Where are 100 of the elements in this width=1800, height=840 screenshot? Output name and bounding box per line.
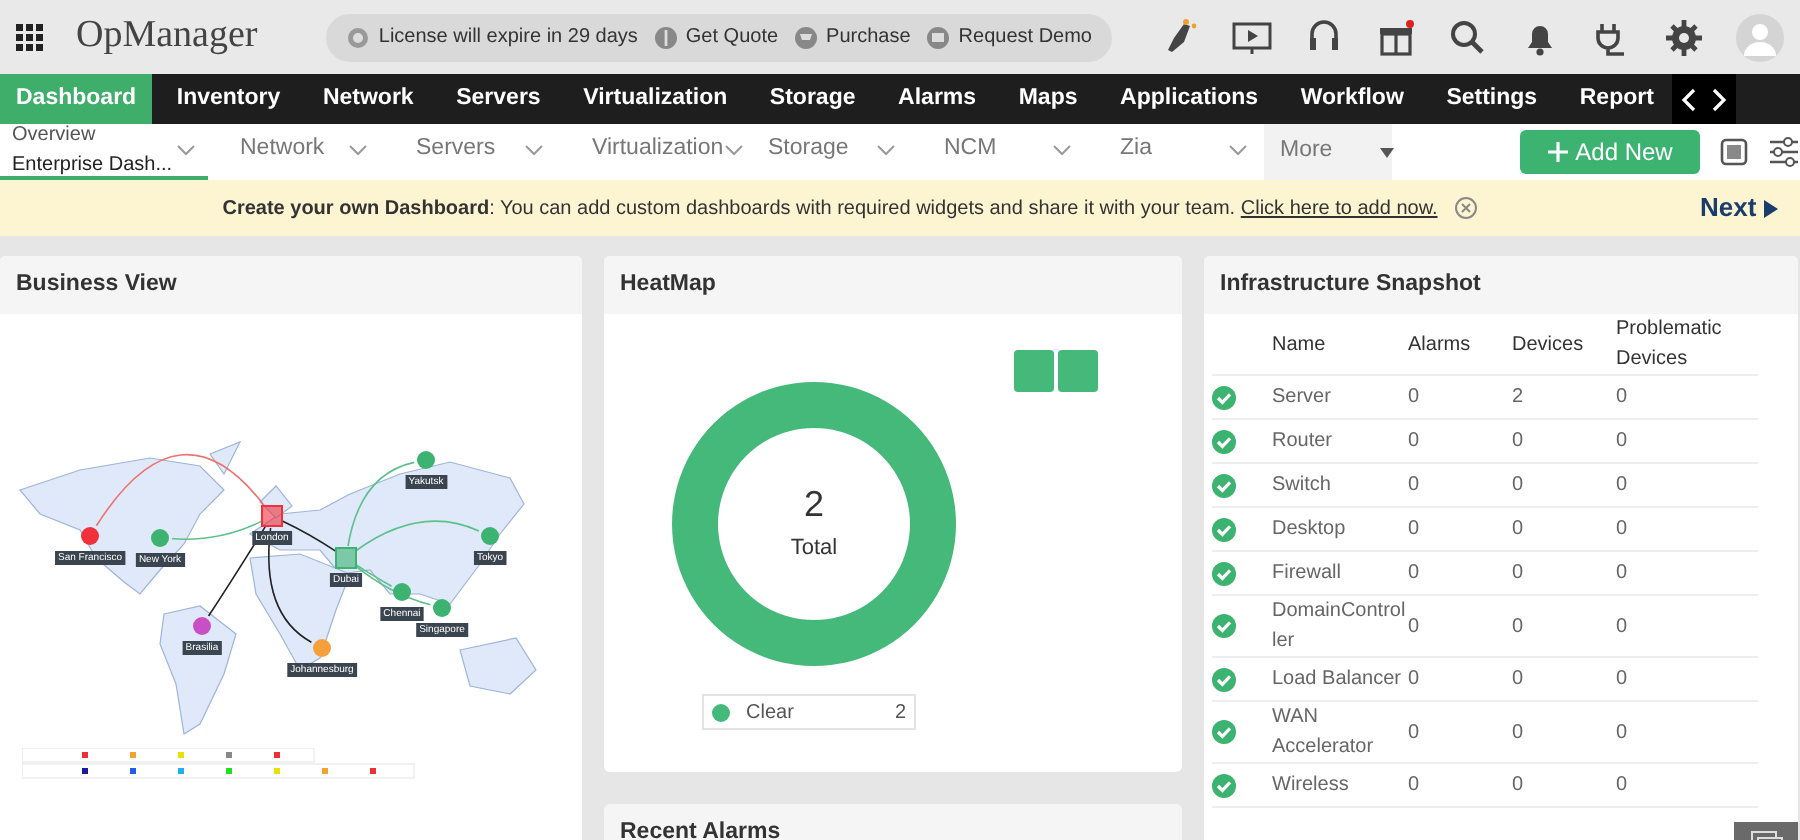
column-header: Problematic Devices <box>1616 316 1724 374</box>
site-node[interactable] <box>417 451 435 469</box>
table-cell-text: 0 <box>1616 772 1630 800</box>
table-cell-text: 0 <box>1616 516 1630 544</box>
table-cell-text: 0 <box>1616 719 1630 747</box>
chevron-down-icon <box>524 144 544 156</box>
site-node[interactable] <box>433 599 451 617</box>
hub-node[interactable] <box>335 547 357 569</box>
table-cell-text: Load Balancer <box>1272 666 1403 694</box>
nav-tab[interactable]: Settings <box>1428 74 1556 124</box>
device-tile[interactable] <box>1058 350 1098 392</box>
check-circle-icon <box>1212 517 1236 541</box>
close-icon[interactable] <box>1453 196 1478 220</box>
check-circle-icon <box>1212 385 1236 409</box>
add-link[interactable]: Click here to add now. <box>1240 197 1438 219</box>
column-header: Devices <box>1512 331 1586 359</box>
chevron-right-icon[interactable] <box>1712 87 1728 111</box>
nav-tab[interactable]: Maps <box>1000 74 1096 124</box>
table-cell-text: 0 <box>1408 472 1422 500</box>
screen-icon <box>926 25 951 49</box>
app-title: OpManager <box>76 12 258 61</box>
search-icon[interactable] <box>1448 17 1488 57</box>
dollar-icon <box>653 25 678 49</box>
settings-icon[interactable] <box>1664 17 1704 57</box>
subnav-tab[interactable]: Zia <box>1088 124 1264 180</box>
chevron-down-icon <box>723 144 744 156</box>
menu-icon[interactable] <box>16 23 44 51</box>
subnav-tab[interactable]: Servers <box>384 124 560 180</box>
fullscreen-icon[interactable] <box>1716 136 1752 168</box>
table-cell-text: 0 <box>1512 428 1526 456</box>
column-header: Name <box>1272 331 1328 359</box>
table-cell-text: 0 <box>1616 666 1630 694</box>
site-node[interactable] <box>151 529 169 547</box>
sliders-icon[interactable] <box>1768 136 1800 168</box>
table-cell-text: 0 <box>1616 560 1630 588</box>
nav-tab[interactable]: Storage <box>751 74 874 124</box>
subnav-tab[interactable]: Network <box>208 124 384 180</box>
device-tile[interactable] <box>1014 350 1054 392</box>
notice-link[interactable]: Purchase <box>826 22 911 52</box>
chevron-down-icon <box>1052 144 1072 156</box>
nav-tab[interactable]: Network <box>304 74 432 124</box>
table-cell-text: DomainController <box>1272 598 1408 656</box>
table-cell-text: 0 <box>1616 384 1630 412</box>
site-node[interactable] <box>481 527 499 545</box>
table-cell-text: 2 <box>1512 384 1526 412</box>
table-cell-text: 0 <box>1408 719 1422 747</box>
nav-tab[interactable]: Workflow <box>1282 74 1422 124</box>
play-icon <box>1764 199 1779 217</box>
subnav-tab[interactable]: NCM <box>912 124 1088 180</box>
table-cell-text: 0 <box>1616 613 1630 641</box>
table-cell-text: 0 <box>1408 516 1422 544</box>
table-cell-text: 0 <box>1512 772 1526 800</box>
total-label: Total <box>790 534 838 564</box>
panel-title: Recent Alarms <box>604 804 1182 840</box>
site-node[interactable] <box>393 583 411 601</box>
column-header: Alarms <box>1408 331 1473 359</box>
panel-title: Business View <box>0 256 582 314</box>
table-cell-text: Desktop <box>1272 516 1348 544</box>
check-circle-icon <box>1212 561 1236 585</box>
notice-link[interactable]: Request Demo <box>958 22 1092 52</box>
nav-tab[interactable]: Servers <box>438 74 559 124</box>
badge-icon <box>346 25 371 49</box>
next-button[interactable]: Next <box>1700 188 1779 228</box>
more-menu[interactable]: More <box>1264 124 1392 180</box>
table-cell-text: 0 <box>1512 560 1526 588</box>
table-cell-text: Router <box>1272 428 1335 456</box>
banner-text: Create your own Dashboard: You can add custom dashboards with required widgets and share it with your team. Click here to add now. <box>222 195 1438 223</box>
table-cell-text: Firewall <box>1272 560 1343 588</box>
nav-tab[interactable]: Virtualization <box>565 74 746 124</box>
check-circle-icon <box>1212 720 1236 744</box>
hub-node[interactable] <box>261 505 283 527</box>
site-node[interactable] <box>81 527 99 545</box>
donut-ring[interactable] <box>672 382 956 666</box>
table-cell-text: 0 <box>1512 472 1526 500</box>
check-circle-icon <box>1212 429 1236 453</box>
total-value: 2 <box>803 482 824 528</box>
notice-link[interactable]: Get Quote <box>685 22 779 52</box>
subnav-tab[interactable]: Storage <box>736 124 912 180</box>
table-cell-text: 0 <box>1616 472 1630 500</box>
site-node[interactable] <box>313 639 331 657</box>
cart-icon <box>794 25 819 49</box>
nav-tab[interactable]: Alarms <box>880 74 995 124</box>
nav-tab[interactable]: Inventory <box>158 74 299 124</box>
tab-label: Overview <box>12 122 98 150</box>
table-cell-text: 0 <box>1408 772 1422 800</box>
nav-tab[interactable]: Report <box>1561 74 1672 124</box>
legend-count: 2 <box>894 699 906 727</box>
panel-title: Infrastructure Snapshot <box>1204 256 1798 314</box>
presentation-icon[interactable] <box>1232 17 1272 57</box>
panel-title: HeatMap <box>604 256 1182 314</box>
chevron-down-icon <box>176 144 196 156</box>
site-node[interactable] <box>193 617 211 635</box>
table-cell-text: 0 <box>1512 516 1526 544</box>
table-cell-text: 0 <box>1512 666 1526 694</box>
subnav-tab[interactable]: Virtualization <box>560 124 736 180</box>
check-circle-icon <box>1212 773 1236 797</box>
nav-tab[interactable]: Applications <box>1102 74 1277 124</box>
table-cell-text: 0 <box>1408 428 1422 456</box>
table-cell-text: Server <box>1272 384 1333 412</box>
chevron-left-icon[interactable] <box>1680 87 1696 111</box>
